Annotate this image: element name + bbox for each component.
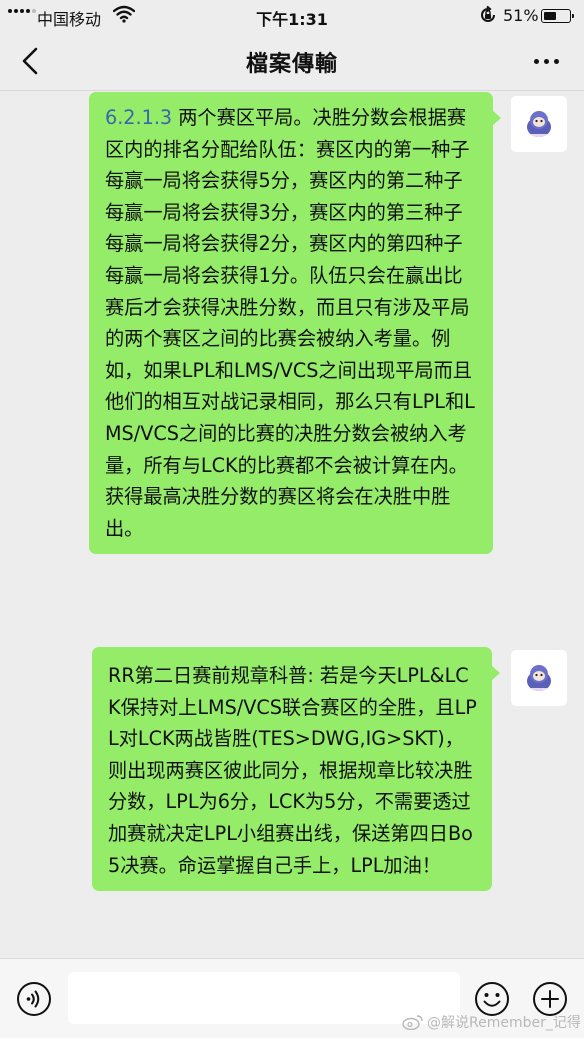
watermark: @解说Remember_记得 — [402, 1012, 581, 1032]
avatar-cartoon-icon — [527, 111, 551, 137]
message-text: 两个赛区平局。决胜分数会根据赛区内的排名分配给队伍：赛区内的第一种子每赢一局将会… — [105, 106, 475, 540]
message-bubble[interactable]: RR第二日赛前规章科普: 若是今天LPL&LCK保持对上LMS/VCS联合赛区的… — [92, 647, 500, 892]
message-bubble[interactable]: 6.2.1.3 两个赛区平局。决胜分数会根据赛区内的排名分配给队伍：赛区内的第一… — [89, 92, 501, 555]
battery-icon — [541, 9, 574, 23]
chevron-left-icon[interactable] — [14, 44, 48, 78]
bubble-tail — [491, 665, 500, 681]
message-text: RR第二日赛前规章科普: 若是今天LPL&LCK保持对上LMS/VCS联合赛区的… — [108, 664, 477, 877]
battery-percent: 51% — [503, 6, 539, 25]
voice-icon[interactable] — [16, 981, 52, 1017]
avatar[interactable] — [511, 96, 567, 152]
avatar-cartoon-icon — [527, 665, 551, 691]
nav-divider — [0, 90, 584, 91]
bubble-tail — [492, 110, 501, 126]
more-dots-icon[interactable] — [526, 46, 566, 76]
avatar[interactable] — [511, 650, 567, 706]
page-title: 檔案傳輸 — [245, 52, 338, 77]
rule-link[interactable]: 6.2.1.3 — [105, 106, 172, 129]
rotation-lock-icon — [481, 5, 495, 22]
nav-bar: 檔案傳輸 — [0, 32, 584, 90]
status-bar: 中国移动 下午1:31 51% — [0, 0, 584, 32]
weibo-logo-icon — [402, 1015, 423, 1030]
watermark-text: @解说Remember_记得 — [427, 1015, 581, 1031]
